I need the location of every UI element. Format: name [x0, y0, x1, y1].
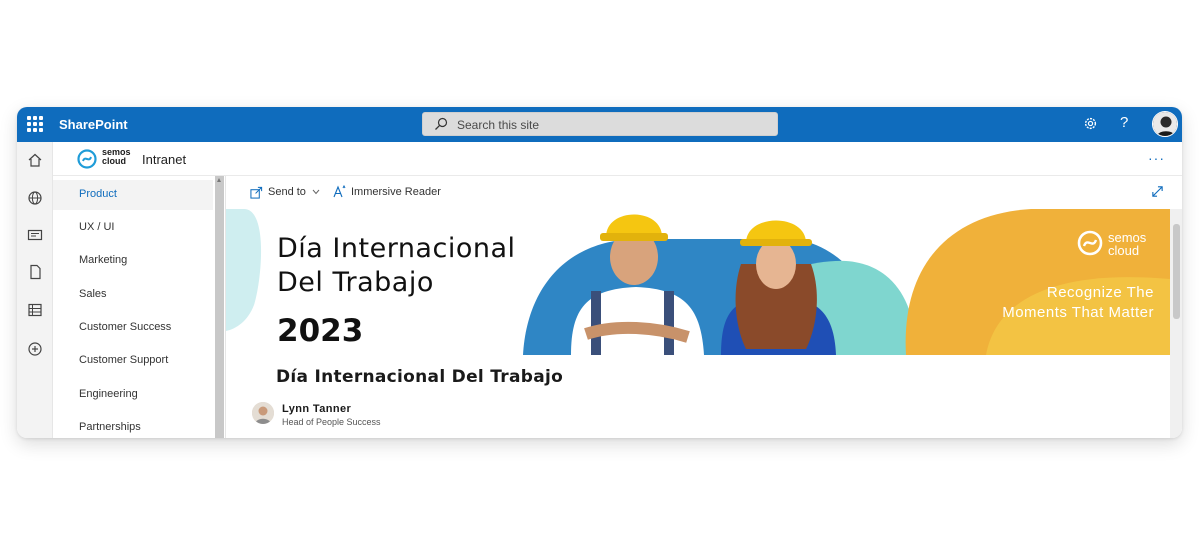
app-name[interactable]: SharePoint: [59, 117, 128, 132]
content-scrollbar-thumb[interactable]: [1173, 224, 1180, 319]
nav-item-customer-success[interactable]: Customer Success: [53, 313, 213, 343]
semos-cloud-logo-icon[interactable]: [77, 149, 97, 169]
more-options-button[interactable]: ···: [1148, 150, 1165, 166]
user-avatar[interactable]: [1152, 111, 1178, 137]
hero-banner: Día Internacional Del Trabajo 2023 semos…: [226, 209, 1170, 355]
nav-item-partnerships[interactable]: Partnerships: [53, 413, 213, 438]
document-icon[interactable]: [27, 264, 43, 280]
banner-tagline-line-2: Moments That Matter: [1002, 304, 1154, 321]
nav-item-engineering[interactable]: Engineering: [53, 380, 213, 410]
site-title[interactable]: Intranet: [142, 152, 186, 167]
site-header: semos cloud Intranet ···: [53, 142, 1182, 176]
banner-logo-text: semos cloud: [1108, 231, 1146, 257]
search-icon: [435, 117, 448, 130]
home-icon[interactable]: [27, 152, 43, 168]
page-content: Send to Immersive Reader Día Internacion…: [225, 176, 1182, 438]
user-photo-icon: [1153, 112, 1177, 136]
banner-title: Día Internacional Del Trabajo: [277, 232, 516, 300]
search-box[interactable]: Search this site: [422, 112, 778, 136]
site-navigation: Product UX / UI Marketing Sales Customer…: [53, 176, 225, 438]
globe-icon[interactable]: [27, 190, 43, 206]
author-avatar[interactable]: [252, 402, 274, 424]
nav-item-product[interactable]: Product: [53, 180, 213, 210]
author-name[interactable]: Lynn Tanner: [282, 403, 351, 415]
add-icon[interactable]: [27, 341, 43, 357]
banner-tagline: Recognize The Moments That Matter: [1002, 283, 1154, 323]
chevron-down-icon[interactable]: [312, 189, 320, 195]
nav-item-customer-support[interactable]: Customer Support: [53, 346, 213, 376]
search-placeholder: Search this site: [457, 118, 540, 132]
scroll-up-arrow-icon[interactable]: [217, 178, 221, 182]
nav-scrollbar[interactable]: [215, 176, 224, 438]
page-title: Día Internacional Del Trabajo: [276, 367, 564, 387]
list-icon[interactable]: [27, 302, 43, 318]
nav-item-marketing[interactable]: Marketing: [53, 246, 213, 276]
banner-tagline-line-1: Recognize The: [1046, 284, 1154, 301]
nav-item-sales[interactable]: Sales: [53, 280, 213, 310]
content-scrollbar[interactable]: [1170, 209, 1182, 438]
share-icon: [250, 186, 263, 199]
banner-year: 2023: [277, 313, 364, 349]
banner-title-line-2: Del Trabajo: [277, 267, 434, 298]
app-launcher-icon[interactable]: [27, 116, 43, 132]
settings-icon[interactable]: [1083, 116, 1098, 131]
author-role: Head of People Success: [282, 417, 381, 427]
immersive-reader-icon: [333, 185, 346, 198]
help-icon[interactable]: ?: [1120, 114, 1128, 131]
command-bar: Send to Immersive Reader: [226, 176, 1182, 209]
banner-logo-line-2: cloud: [1108, 243, 1140, 258]
left-app-rail: [17, 142, 53, 438]
send-to-button[interactable]: Send to: [268, 186, 306, 198]
nav-item-ux-ui[interactable]: UX / UI: [53, 213, 213, 243]
logo-line-2: cloud: [102, 156, 126, 166]
news-icon[interactable]: [27, 227, 43, 243]
suite-bar: SharePoint Search this site ?: [17, 107, 1182, 142]
banner-semos-logo-icon: [1077, 230, 1103, 256]
author-photo-icon: [252, 402, 274, 424]
sharepoint-window: SharePoint Search this site ? semos clou…: [17, 107, 1182, 438]
banner-title-line-1: Día Internacional: [277, 233, 516, 264]
site-logo-text: semos cloud: [102, 148, 131, 166]
expand-icon[interactable]: [1151, 185, 1164, 198]
immersive-reader-button[interactable]: Immersive Reader: [351, 186, 441, 198]
